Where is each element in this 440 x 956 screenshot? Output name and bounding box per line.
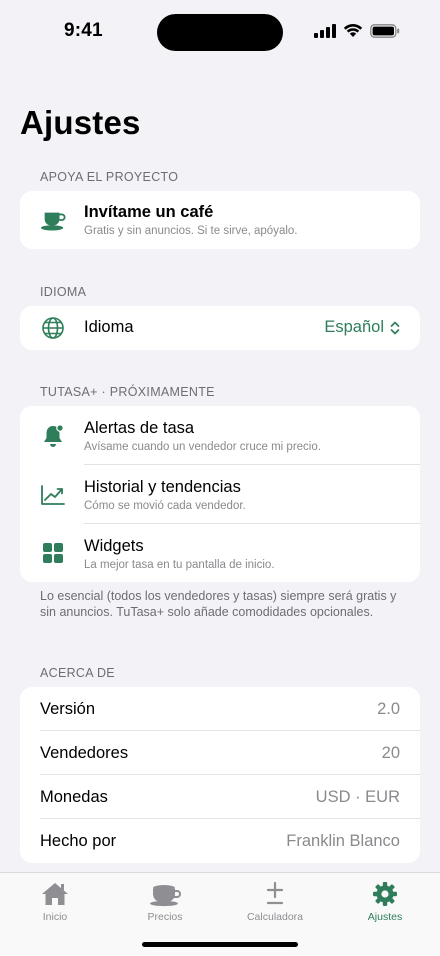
globe-icon: [40, 315, 66, 341]
about-label: Vendedores: [40, 744, 129, 762]
coffee-cup-icon: [115, 879, 215, 909]
buy-coffee-title: Invítame un café: [84, 203, 214, 221]
plus-item-subtitle: La mejor tasa en tu pantalla de inicio.: [84, 559, 275, 571]
widgets-grid-icon: [40, 540, 66, 566]
tab-home[interactable]: Inicio: [5, 879, 105, 923]
wifi-icon: [343, 23, 363, 37]
about-card: Versión 2.0 Vendedores 20 Monedas USD · …: [20, 687, 420, 863]
about-row-currencies: Monedas USD · EUR: [20, 775, 420, 819]
about-row-vendors: Vendedores 20: [20, 731, 420, 775]
plus-item-title: Alertas de tasa: [84, 419, 195, 437]
language-row[interactable]: Idioma Español: [20, 306, 420, 350]
support-card: Invítame un café Gratis y sin anuncios. …: [20, 191, 420, 249]
about-row-made-by: Hecho por Franklin Blanco: [20, 819, 420, 863]
about-label: Monedas: [40, 788, 108, 806]
tab-label: Inicio: [42, 911, 68, 923]
plus-item-title: Widgets: [84, 537, 144, 555]
tab-calculator[interactable]: Calculadora: [225, 879, 325, 923]
tab-label: Ajustes: [367, 911, 403, 923]
plus-footnote: Lo esencial (todos los vendedores y tasa…: [40, 589, 397, 619]
tab-settings[interactable]: Ajustes: [335, 879, 435, 923]
status-icons: [314, 23, 400, 38]
plus-item-rate-alerts[interactable]: Alertas de tasa Avísame cuando un vended…: [20, 406, 420, 465]
buy-coffee-subtitle: Gratis y sin anuncios. Si te sirve, apóy…: [84, 225, 298, 237]
about-row-version: Versión 2.0: [20, 687, 420, 731]
battery-icon: [370, 23, 400, 38]
about-value: Franklin Blanco: [286, 832, 400, 850]
plus-card: Alertas de tasa Avísame cuando un vended…: [20, 406, 420, 582]
about-label: Hecho por: [40, 832, 117, 850]
house-icon: [5, 879, 105, 909]
plus-item-widgets[interactable]: Widgets La mejor tasa en tu pantalla de …: [20, 524, 420, 582]
section-header-support: APOYA EL PROYECTO: [40, 170, 179, 184]
plus-item-history[interactable]: Historial y tendencias Cómo se movió cad…: [20, 465, 420, 524]
section-header-plus: TUTASA+ · PRÓXIMAMENTE: [40, 385, 215, 399]
home-indicator: [142, 942, 298, 947]
language-card: Idioma Español: [20, 306, 420, 350]
about-value: 2.0: [377, 700, 400, 718]
gear-icon: [335, 879, 435, 909]
tab-prices[interactable]: Precios: [115, 879, 215, 923]
plus-item-subtitle: Cómo se movió cada vendedor.: [84, 500, 246, 512]
about-label: Versión: [40, 700, 96, 718]
status-bar: 9:41: [0, 0, 440, 62]
tab-label: Calculadora: [246, 911, 304, 923]
section-header-about: ACERCA DE: [40, 666, 115, 680]
trend-chart-icon: [40, 482, 66, 508]
plus-minus-icon: [225, 879, 325, 909]
cellular-signal-icon: [314, 23, 336, 38]
dynamic-island: [157, 14, 283, 51]
language-value: Español: [324, 318, 384, 336]
plus-item-subtitle: Avísame cuando un vendedor cruce mi prec…: [84, 441, 321, 453]
about-value: USD · EUR: [315, 788, 400, 806]
about-value: 20: [381, 744, 400, 762]
buy-coffee-row[interactable]: Invítame un café Gratis y sin anuncios. …: [20, 191, 420, 249]
bell-icon: [40, 423, 66, 449]
section-header-language: IDIOMA: [40, 285, 87, 299]
chevron-up-down-icon: [390, 321, 400, 334]
page-title: Ajustes: [20, 104, 141, 141]
language-picker[interactable]: Español: [324, 318, 400, 337]
plus-item-title: Historial y tendencias: [84, 478, 241, 496]
tab-label: Precios: [147, 911, 183, 923]
status-time: 9:41: [64, 20, 103, 41]
coffee-cup-icon: [40, 207, 66, 233]
settings-screen: 9:41 Ajustes APOYA EL PROYECTO Invítame …: [0, 0, 440, 956]
